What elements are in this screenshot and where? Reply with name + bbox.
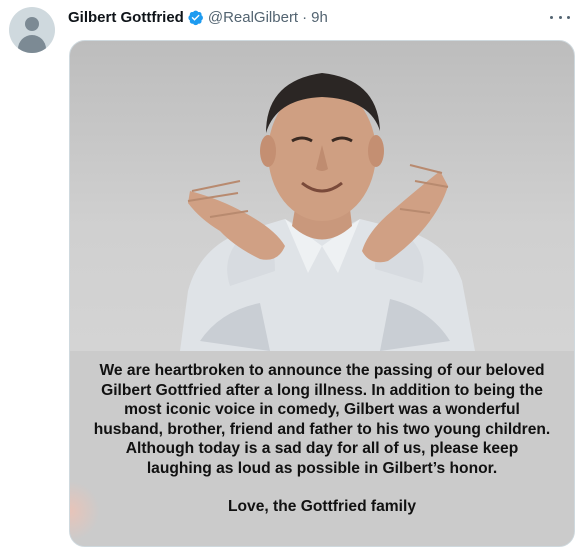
tweet-media-image[interactable]: We are heartbroken to announce the passi… [69,40,575,547]
default-avatar-icon [25,17,39,31]
tweet-timestamp[interactable]: 9h [311,9,328,26]
author-handle[interactable]: @RealGilbert [208,9,298,26]
meta-separator: · [302,8,308,26]
ellipsis-icon[interactable] [550,8,570,26]
portrait-photo [70,41,574,351]
verified-badge-icon [187,9,204,26]
caption-line: most iconic voice in comedy, Gilbert was… [124,401,520,418]
caption-line: Gilbert Gottfried after a long illness. … [101,381,543,399]
author-display-name[interactable]: Gilbert Gottfried [68,9,184,26]
avatar-shoulders [18,35,46,53]
announcement-text: We are heartbroken to announce the passi… [70,361,574,478]
caption-line: husband, brother, friend and father to h… [93,420,551,438]
caption-panel: We are heartbroken to announce the passi… [70,351,574,546]
caption-line: Although today is a sad day for all of u… [125,440,519,457]
tweet-header: Gilbert Gottfried @RealGilbert · 9h [68,6,328,28]
caption-line: We are heartbroken to announce the passi… [99,362,545,379]
avatar[interactable] [9,7,55,53]
caption-line: laughing as loud as possible in Gilbert’… [146,459,498,477]
caption-signoff: Love, the Gottfried family [227,498,417,515]
tweet[interactable]: Gilbert Gottfried @RealGilbert · 9h We a… [0,0,582,551]
